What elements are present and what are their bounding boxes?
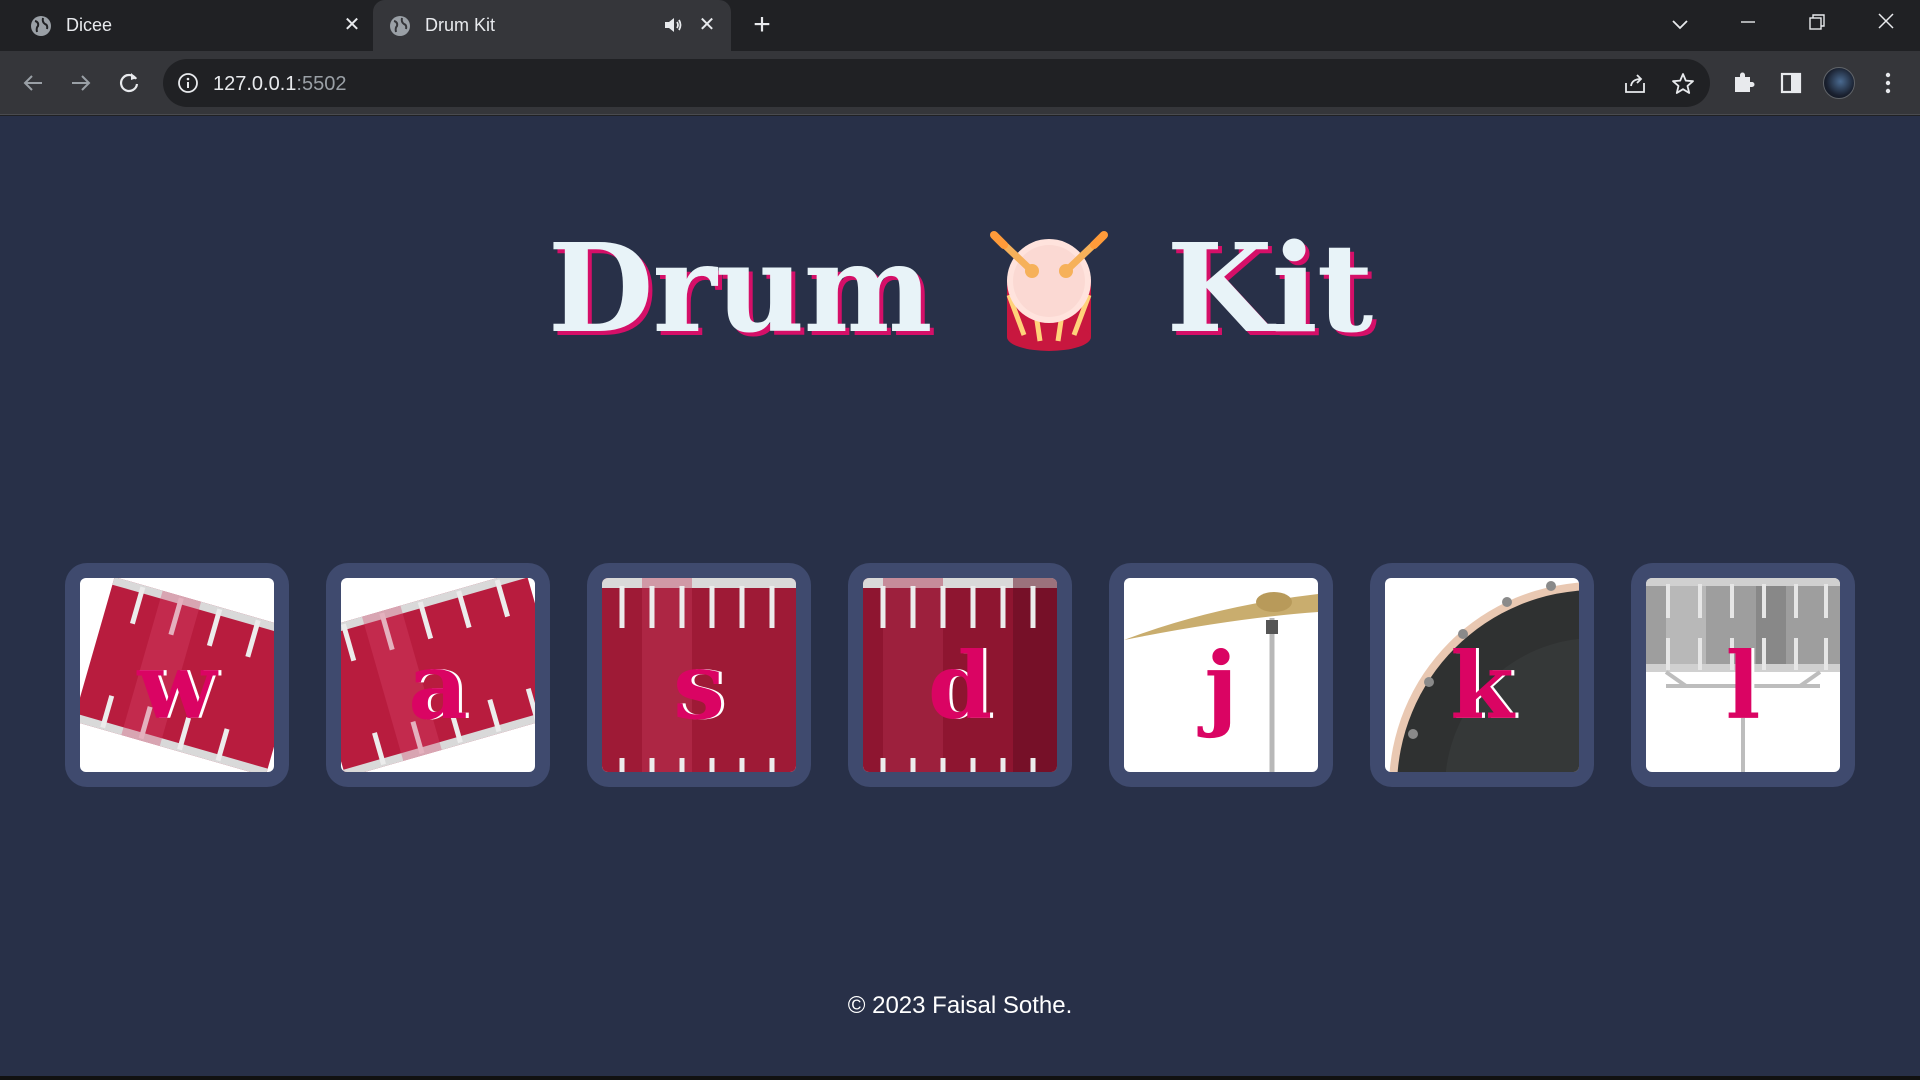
drum-key-label: k [1450, 632, 1514, 740]
drum-button-k[interactable]: k [1370, 563, 1594, 787]
drum-image-tom-2: a [341, 578, 535, 772]
drum-key-label: s [673, 632, 725, 740]
globe-icon [390, 16, 410, 36]
extensions-puzzle-icon[interactable] [1729, 68, 1759, 98]
page-content: Drum Kit w a s d j k l © 2023 Faisal Sot… [0, 116, 1920, 1076]
info-icon[interactable] [177, 72, 199, 94]
bookmark-star-icon[interactable] [1670, 71, 1696, 97]
drum-key-label: l [1725, 632, 1761, 740]
address-bar[interactable]: 127.0.0.1:5502 [163, 59, 1710, 107]
new-tab-icon[interactable]: + [748, 10, 776, 40]
close-tab-icon[interactable]: ✕ [340, 13, 364, 37]
speaker-icon[interactable] [663, 14, 683, 36]
drum-image-snare-drum: l [1646, 578, 1840, 772]
restore-icon[interactable] [1796, 8, 1836, 44]
footer-copyright: © 2023 Faisal Sothe. [847, 992, 1073, 1019]
drum-image-crash-cymbal: j [1124, 578, 1318, 772]
drum-key-label: d [927, 632, 993, 740]
chevron-down-icon[interactable] [1664, 10, 1696, 40]
tab-dicee[interactable]: Dicee ✕ [12, 0, 364, 51]
url-host: 127.0.0.1 [213, 73, 297, 95]
drum-set: w a s d j k l [65, 563, 1855, 787]
drum-button-a[interactable]: a [326, 563, 550, 787]
drum-button-d[interactable]: d [848, 563, 1072, 787]
tab-title: Dicee [66, 15, 113, 35]
back-arrow-icon[interactable] [18, 68, 48, 98]
drum-button-l[interactable]: l [1631, 563, 1855, 787]
more-menu-icon[interactable] [1873, 68, 1903, 98]
forward-arrow-icon[interactable] [66, 68, 96, 98]
drum-image-tom-3: s [602, 578, 796, 772]
close-window-icon[interactable] [1866, 8, 1906, 44]
drum-key-label: a [408, 632, 468, 740]
globe-icon [31, 16, 51, 36]
reload-icon[interactable] [114, 68, 144, 98]
title-word-drum: Drum [547, 216, 933, 360]
page-title: Drum Kit [0, 216, 1920, 360]
minimize-icon[interactable] [1728, 8, 1768, 44]
side-panel-icon[interactable] [1776, 68, 1806, 98]
share-icon[interactable] [1622, 71, 1648, 97]
drum-image-tom-1: w [80, 578, 274, 772]
tab-strip: Dicee ✕ Drum Kit ✕ + [0, 0, 1920, 51]
drum-image-tom-4: d [863, 578, 1057, 772]
window-bottom-edge [0, 1076, 1920, 1080]
url-text[interactable]: 127.0.0.1:5502 [213, 73, 346, 96]
drum-key-label: j [1204, 632, 1238, 740]
drum-button-j[interactable]: j [1109, 563, 1333, 787]
title-word-kit: Kit [1166, 216, 1374, 360]
close-tab-icon[interactable]: ✕ [695, 13, 719, 37]
url-port: :5502 [296, 73, 347, 95]
drum-image-kick-drum: k [1385, 578, 1579, 772]
drum-button-w[interactable]: w [65, 563, 289, 787]
drum-button-s[interactable]: s [587, 563, 811, 787]
drum-key-label: w [137, 632, 217, 740]
profile-avatar[interactable] [1823, 67, 1855, 99]
browser-toolbar: 127.0.0.1:5502 [0, 51, 1920, 115]
tab-drum-kit[interactable]: Drum Kit ✕ [373, 0, 731, 51]
tab-title: Drum Kit [425, 15, 496, 35]
drum-emoji-icon [990, 231, 1109, 351]
